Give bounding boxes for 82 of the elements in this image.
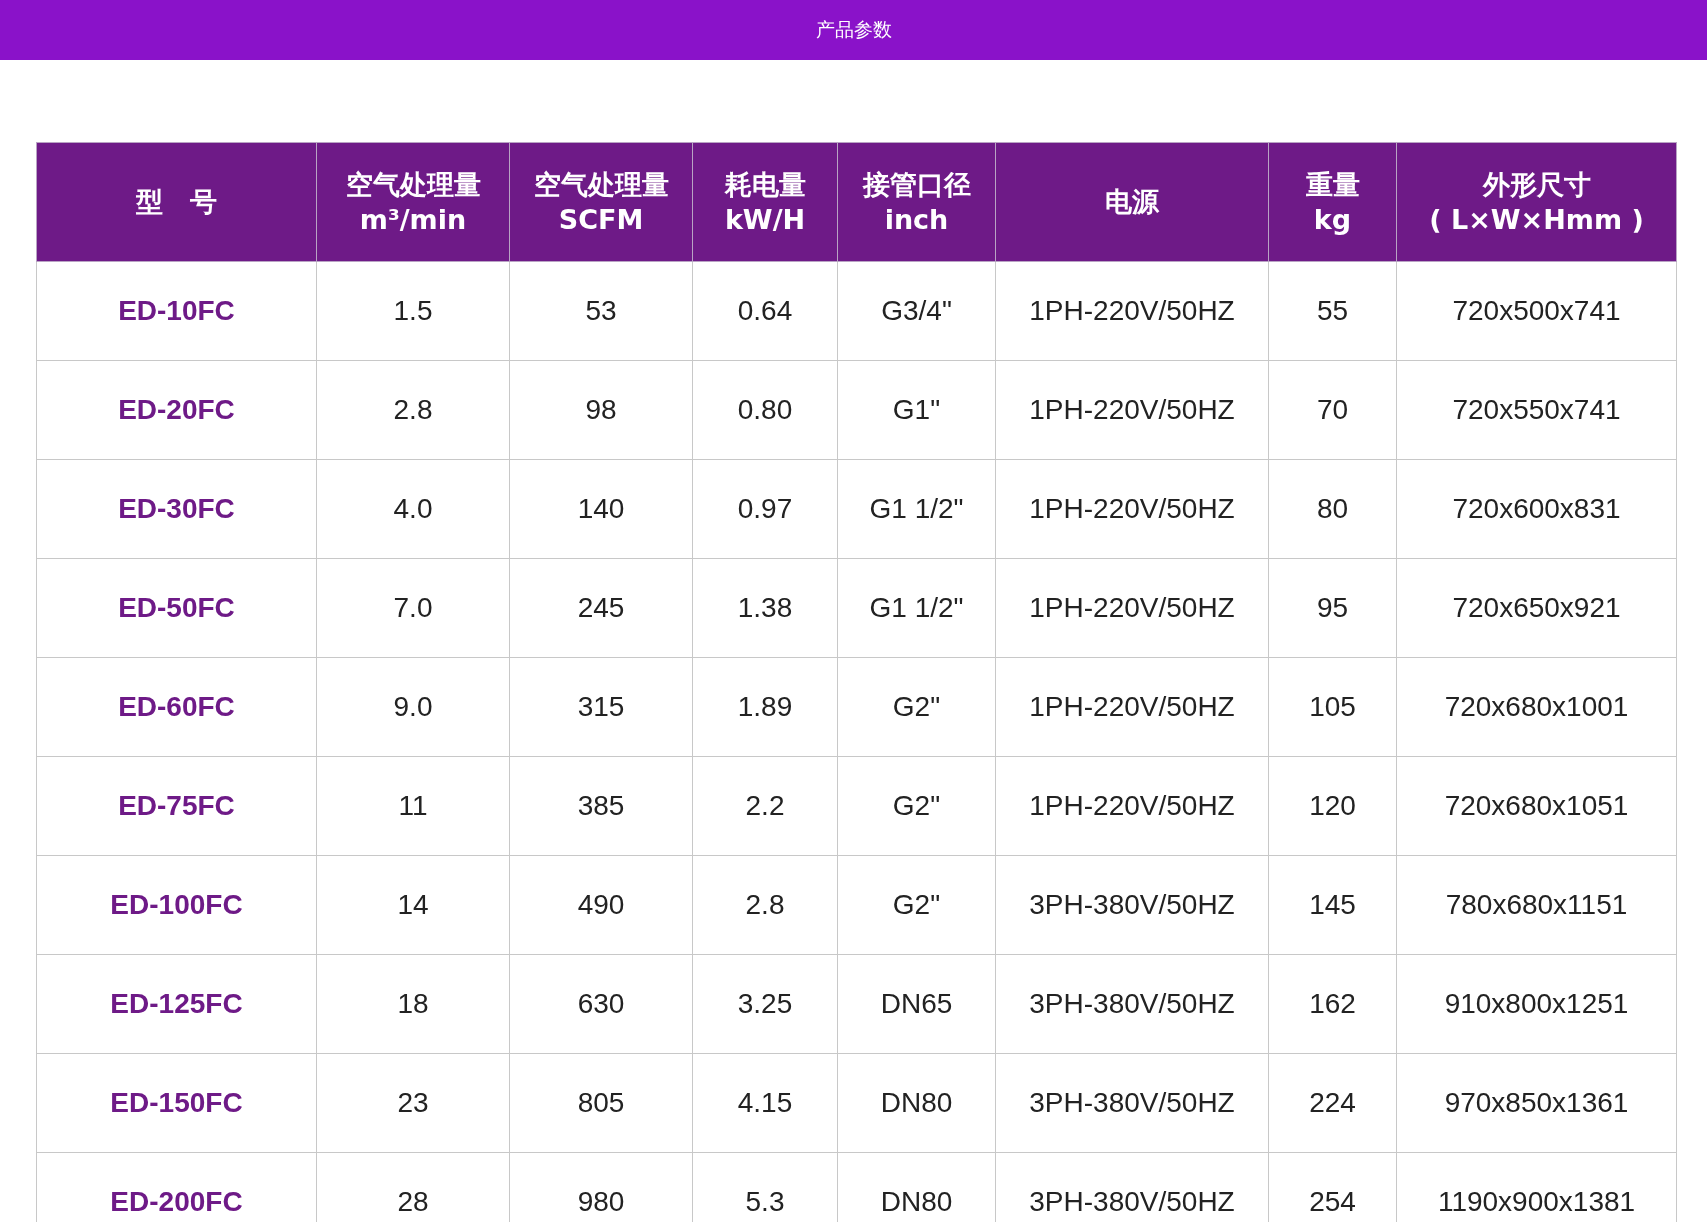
table-cell: 720x680x1051 [1396,756,1677,856]
table-cell: 805 [509,1053,693,1153]
table-cell: 140 [509,459,693,559]
table-cell: 2.2 [692,756,838,856]
column-header: 重量 kg [1268,142,1397,262]
table-cell: 105 [1268,657,1397,757]
column-header: 耗电量 kW/H [692,142,838,262]
column-header: 空气处理量 m³/min [316,142,510,262]
table-cell: 4.15 [692,1053,838,1153]
table-cell: 720x600x831 [1396,459,1677,559]
table-cell: 1PH-220V/50HZ [995,756,1269,856]
model-cell: ED-150FC [36,1053,317,1153]
table-cell: 23 [316,1053,510,1153]
model-cell: ED-60FC [36,657,317,757]
table-cell: 7.0 [316,558,510,658]
table-cell: 0.64 [692,261,838,361]
column-header: 外形尺寸 ( L×W×Hmm ) [1396,142,1677,262]
table-cell: 11 [316,756,510,856]
table-cell: G1 1/2" [837,558,996,658]
table-cell: 1PH-220V/50HZ [995,459,1269,559]
table-cell: 1.89 [692,657,838,757]
table-cell: G3/4" [837,261,996,361]
table-cell: 3.25 [692,954,838,1054]
table-cell: 9.0 [316,657,510,757]
table-cell: 1PH-220V/50HZ [995,558,1269,658]
table-cell: 95 [1268,558,1397,658]
table-cell: 80 [1268,459,1397,559]
table-cell: 1PH-220V/50HZ [995,261,1269,361]
table-cell: 910x800x1251 [1396,954,1677,1054]
table-cell: 3PH-380V/50HZ [995,855,1269,955]
table-cell: 120 [1268,756,1397,856]
table-cell: 53 [509,261,693,361]
model-cell: ED-50FC [36,558,317,658]
table-cell: 780x680x1151 [1396,855,1677,955]
table-cell: 720x650x921 [1396,558,1677,658]
table-cell: 145 [1268,855,1397,955]
table-cell: 18 [316,954,510,1054]
table-cell: 720x550x741 [1396,360,1677,460]
table-cell: 1PH-220V/50HZ [995,657,1269,757]
table-cell: 98 [509,360,693,460]
table-cell: 720x680x1001 [1396,657,1677,757]
model-cell: ED-75FC [36,756,317,856]
table-cell: 70 [1268,360,1397,460]
model-cell: ED-100FC [36,855,317,955]
table-cell: G2" [837,756,996,856]
model-cell: ED-125FC [36,954,317,1054]
table-cell: DN65 [837,954,996,1054]
table-cell: G2" [837,657,996,757]
model-cell: ED-200FC [36,1152,317,1222]
table-cell: 490 [509,855,693,955]
table-cell: 14 [316,855,510,955]
table-cell: G1 1/2" [837,459,996,559]
model-cell: ED-10FC [36,261,317,361]
table-cell: 970x850x1361 [1396,1053,1677,1153]
table-cell: 1.5 [316,261,510,361]
table-cell: 162 [1268,954,1397,1054]
table-cell: 385 [509,756,693,856]
table-cell: 0.97 [692,459,838,559]
table-cell: 3PH-380V/50HZ [995,954,1269,1054]
table-cell: 3PH-380V/50HZ [995,1053,1269,1153]
table-cell: 315 [509,657,693,757]
column-header: 电源 [995,142,1269,262]
table-cell: 2.8 [692,855,838,955]
table-cell: DN80 [837,1053,996,1153]
table-cell: 1PH-220V/50HZ [995,360,1269,460]
table-cell: 55 [1268,261,1397,361]
column-header: 型 号 [36,142,317,262]
table-cell: G2" [837,855,996,955]
table-cell: 1.38 [692,558,838,658]
page-title: 产品参数 [815,17,892,42]
column-header: 接管口径 inch [837,142,996,262]
column-header: 空气处理量 SCFM [509,142,693,262]
table-cell: G1" [837,360,996,460]
table-cell: 2.8 [316,360,510,460]
table-cell: 245 [509,558,693,658]
model-cell: ED-20FC [36,360,317,460]
table-cell: 4.0 [316,459,510,559]
model-cell: ED-30FC [36,459,317,559]
table-cell: 630 [509,954,693,1054]
table-cell: 224 [1268,1053,1397,1153]
table-cell: 720x500x741 [1396,261,1677,361]
table-cell: 0.80 [692,360,838,460]
